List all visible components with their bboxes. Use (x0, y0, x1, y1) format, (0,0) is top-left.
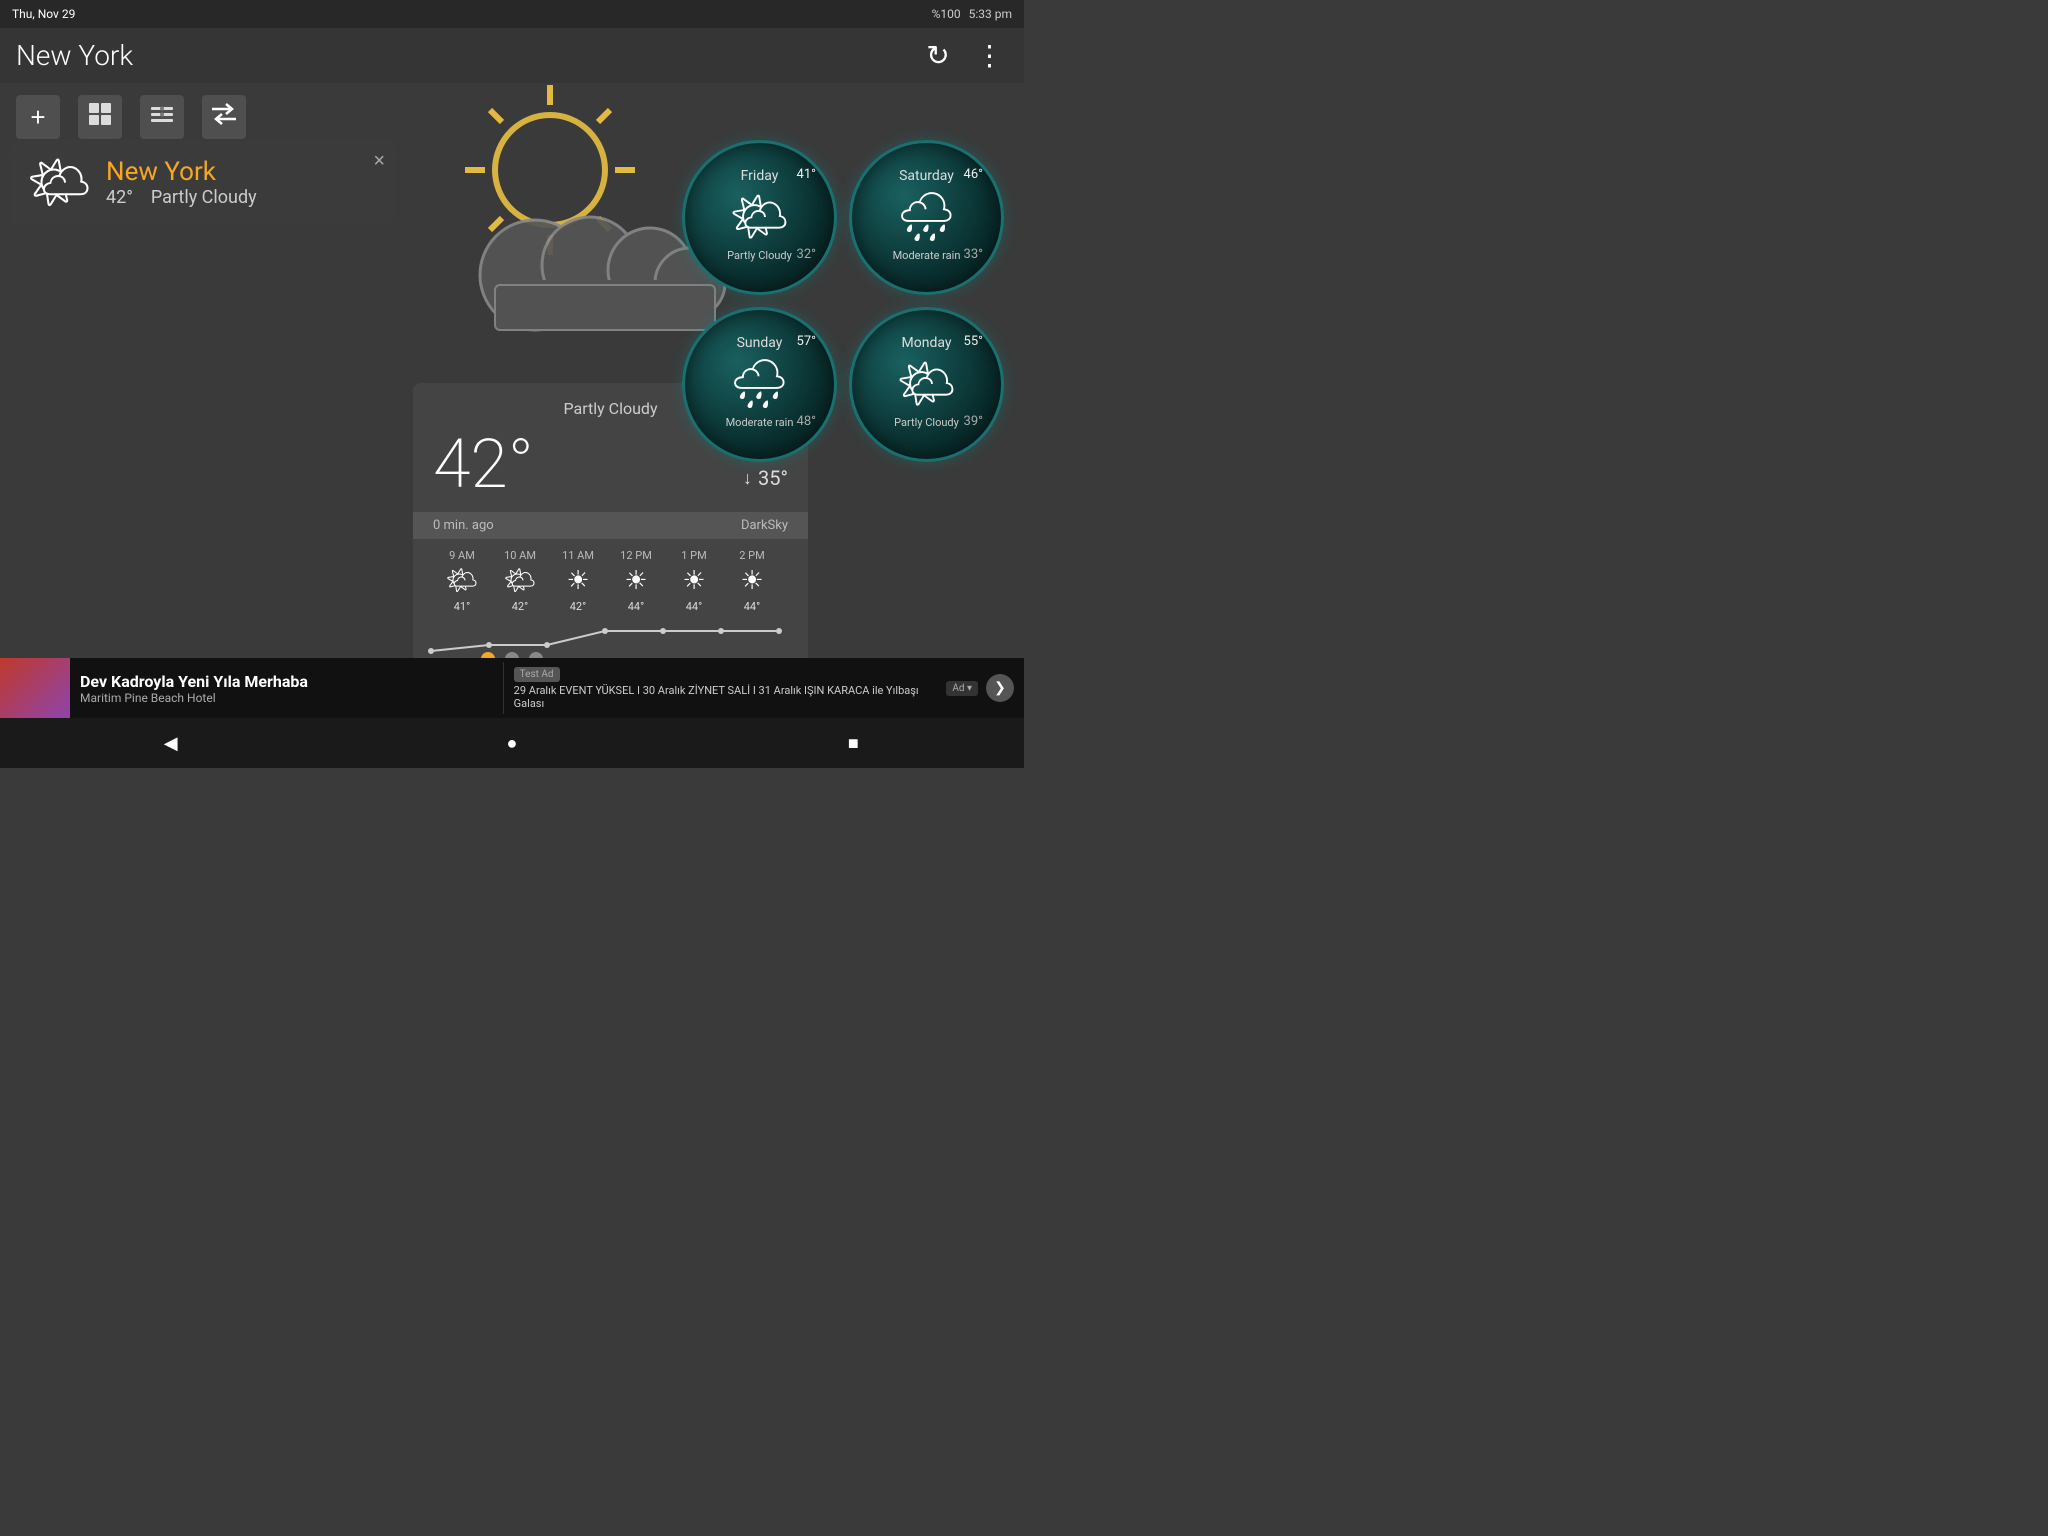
refresh-button[interactable]: ↻ (920, 38, 956, 74)
hour-label: 2 PM (739, 549, 764, 562)
hour-label: 1 PM (681, 549, 706, 562)
forecast-day: Friday (741, 168, 779, 184)
hour-item: 10 AM 🌤 42° (491, 549, 549, 613)
forecast-hi: 57° (797, 334, 816, 349)
hour-icon: ☀ (682, 566, 705, 596)
forecast-lo: 48° (797, 414, 816, 429)
forecast-day: Monday (902, 335, 952, 351)
add-icon: + (30, 102, 45, 133)
hour-temp: 42° (570, 600, 586, 613)
forecast-circle: Sunday 🌧 Moderate rain 57° 48° (682, 307, 837, 462)
forecast-lo: 39° (964, 414, 983, 429)
hour-icon: ☀ (624, 566, 647, 596)
list-icon (149, 104, 175, 130)
forecast-circle: Monday 🌤 Partly Cloudy 55° 39° (849, 307, 1004, 462)
ad-title: Dev Kadroyla Yeni Yıla Merhaba (80, 672, 493, 691)
main-temperature: 42° (433, 424, 534, 504)
updated-bar: 0 min. ago DarkSky (413, 512, 808, 539)
forecast-icon: 🌤 (729, 188, 790, 245)
ad-image (0, 658, 70, 718)
status-bar: Thu, Nov 29 %100 5:33 pm (0, 0, 1024, 28)
hour-temp: 44° (744, 600, 760, 613)
hour-item: 11 AM ☀ 42° (549, 549, 607, 613)
forecast-icon: 🌧 (729, 355, 790, 412)
home-button[interactable]: ● (482, 723, 542, 763)
hour-item: 2 PM ☀ 44° (723, 549, 781, 613)
forecast-day: Sunday (737, 335, 783, 351)
hour-label: 11 AM (562, 549, 594, 562)
hour-icon: 🌤 (445, 566, 478, 596)
hour-label: 10 AM (504, 549, 536, 562)
forecast-condition: Moderate rain (893, 249, 961, 262)
down-arrow: ↓ (743, 468, 752, 489)
forecast-circle: Saturday 🌧 Moderate rain 46° 33° (849, 140, 1004, 295)
nav-bar: ◀ ● ■ (0, 718, 1024, 768)
forecast-grid: Friday 🌤 Partly Cloudy 41° 32° Saturday … (682, 140, 1004, 462)
hour-temp: 42° (512, 600, 528, 613)
menu-button[interactable]: ⋮ (972, 38, 1008, 74)
status-time: 5:33 pm (969, 7, 1012, 21)
forecast-hi: 55° (964, 334, 983, 349)
forecast-condition: Partly Cloudy (727, 249, 792, 262)
page-title: New York (16, 39, 133, 72)
test-ad-badge: Test Ad (514, 667, 560, 682)
menu-icon: ⋮ (976, 39, 1005, 72)
current-weather-card: 🌤 New York 42° Partly Cloudy × (10, 140, 395, 225)
ad-bar: Dev Kadroyla Yeni Yıla Merhaba Maritim P… (0, 658, 1024, 718)
low-temp: 35° (758, 466, 788, 490)
data-source: DarkSky (741, 518, 788, 533)
forecast-lo: 32° (797, 247, 816, 262)
forecast-condition: Moderate rain (726, 416, 794, 429)
hour-label: 12 PM (620, 549, 652, 562)
add-button[interactable]: + (16, 95, 60, 139)
hourly-row: 9 AM 🌤 41° 10 AM 🌤 42° 11 AM ☀ 42° 12 PM… (433, 539, 788, 613)
hour-temp: 44° (686, 600, 702, 613)
hour-icon: ☀ (566, 566, 589, 596)
ad-thumbnail (0, 658, 70, 718)
forecast-icon: 🌧 (896, 188, 957, 245)
current-weather-icon: 🌤 (26, 152, 92, 213)
grid-button[interactable] (78, 95, 122, 139)
ad-subtitle: Maritim Pine Beach Hotel (80, 691, 493, 705)
swap-button[interactable] (202, 95, 246, 139)
refresh-icon: ↻ (926, 39, 949, 72)
ad-right: Ad ▾ ❯ (936, 674, 1024, 702)
status-date: Thu, Nov 29 (12, 7, 75, 21)
hour-label: 9 AM (449, 549, 475, 562)
forecast-circle: Friday 🌤 Partly Cloudy 41° 32° (682, 140, 837, 295)
hour-item: 12 PM ☀ 44° (607, 549, 665, 613)
hour-icon: 🌤 (503, 566, 536, 596)
forecast-hi: 46° (964, 167, 983, 182)
hour-temp: 44° (628, 600, 644, 613)
recent-apps-button[interactable]: ■ (823, 723, 883, 763)
ad-label[interactable]: Ad ▾ (946, 681, 978, 696)
forecast-condition: Partly Cloudy (894, 416, 959, 429)
temp-graph (413, 613, 808, 663)
forecast-day: Saturday (899, 168, 954, 184)
hour-icon: ☀ (740, 566, 763, 596)
forecast-hi: 41° (797, 167, 816, 182)
battery-indicator: %100 (932, 7, 961, 21)
ad-content: Dev Kadroyla Yeni Yıla Merhaba Maritim P… (70, 668, 503, 709)
current-city-name: New York (106, 157, 257, 187)
back-button[interactable]: ◀ (141, 723, 201, 763)
hour-temp: 41° (454, 600, 470, 613)
list-button[interactable] (140, 95, 184, 139)
forecast-icon: 🌤 (896, 355, 957, 412)
ad-next-button[interactable]: ❯ (986, 674, 1014, 702)
current-temp-condition: 42° Partly Cloudy (106, 187, 257, 208)
last-updated: 0 min. ago (433, 518, 494, 533)
hour-item: 1 PM ☀ 44° (665, 549, 723, 613)
swap-icon (210, 103, 238, 131)
grid-icon (87, 101, 113, 133)
forecast-lo: 33° (964, 247, 983, 262)
hour-item: 9 AM 🌤 41° (433, 549, 491, 613)
ad-middle-content: Test Ad 29 Aralık EVENT YÜKSEL I 30 Aral… (503, 662, 937, 714)
ad-middle-text: 29 Aralık EVENT YÜKSEL I 30 Aralık ZİYNE… (514, 684, 927, 710)
